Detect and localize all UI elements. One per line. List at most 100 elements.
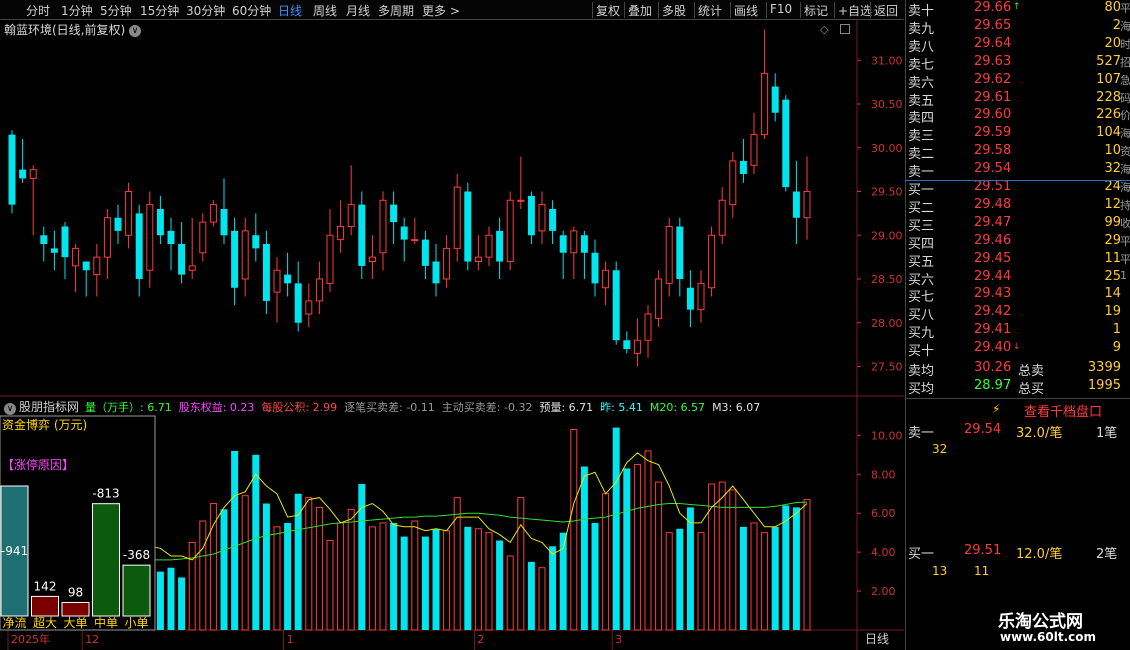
tool-button-7[interactable]: +自选 (838, 2, 872, 19)
panel-controls[interactable]: ◇ (820, 23, 850, 36)
volume-bar[interactable] (273, 526, 281, 631)
candle[interactable] (411, 217, 419, 244)
buy-level-row[interactable]: 买七 29.43 14 (906, 286, 1130, 305)
buy-level-row[interactable]: 买五 29.45 11 平 (906, 251, 1130, 270)
tool-button-6[interactable]: 标记 (804, 2, 828, 19)
volume-bar[interactable] (305, 497, 313, 631)
volume-bar[interactable] (485, 532, 493, 631)
candle[interactable] (29, 165, 37, 236)
candle[interactable] (771, 73, 779, 122)
candle[interactable] (464, 182, 472, 271)
candle[interactable] (718, 187, 726, 244)
volume-bar[interactable] (612, 427, 620, 630)
candle[interactable] (379, 191, 387, 271)
volume-bar[interactable] (792, 507, 800, 630)
candle[interactable] (591, 239, 599, 297)
chart-canvas[interactable]: 31.0030.5030.0029.5029.0028.5028.0027.50… (0, 20, 904, 650)
sell-level-row[interactable]: 卖九 29.65 2 海 (906, 18, 1130, 37)
candle[interactable] (549, 200, 557, 244)
candle[interactable] (729, 152, 737, 218)
period-tab-6[interactable]: 日线 (278, 2, 302, 19)
volume-bar[interactable] (803, 499, 811, 631)
volume-bar[interactable] (496, 540, 504, 630)
candle[interactable] (347, 165, 355, 236)
volume-bar[interactable] (432, 528, 440, 630)
candle[interactable] (580, 230, 588, 279)
volume-bar[interactable] (538, 567, 546, 631)
volume-bar[interactable] (665, 532, 673, 631)
volume-bar[interactable] (421, 536, 429, 630)
period-tab-3[interactable]: 15分钟 (140, 2, 179, 19)
volume-bar[interactable] (379, 522, 387, 631)
candle[interactable] (792, 160, 800, 244)
candle[interactable] (114, 204, 122, 244)
candle[interactable] (40, 226, 48, 262)
sell-level-row[interactable]: 卖八 29.64 20 时 (906, 36, 1130, 55)
indicator-title[interactable]: 股朋指标网 (19, 400, 79, 414)
candle[interactable] (686, 270, 694, 328)
volume-bar[interactable] (676, 528, 684, 630)
volume-bar[interactable] (220, 509, 228, 630)
volume-bar[interactable] (411, 520, 419, 631)
volume-bar[interactable] (782, 505, 790, 630)
volume-bar[interactable] (623, 468, 631, 630)
candle[interactable] (697, 270, 705, 323)
tool-button-4[interactable]: 画线 (734, 2, 758, 19)
volume-bar[interactable] (697, 532, 705, 631)
tool-button-5[interactable]: F10 (770, 2, 792, 16)
volume-bar[interactable] (602, 493, 610, 631)
volume-bar[interactable] (443, 530, 451, 631)
sell-level-row[interactable]: 卖六 29.62 107 急 (906, 72, 1130, 91)
period-tab-7[interactable]: 周线 (313, 2, 337, 19)
candle[interactable] (421, 230, 429, 279)
sell-level-row[interactable]: 卖七 29.63 527 招 (906, 54, 1130, 73)
candle[interactable] (294, 261, 302, 332)
candle[interactable] (209, 200, 217, 227)
candle[interactable] (19, 139, 27, 183)
candle[interactable] (527, 191, 535, 245)
candle[interactable] (750, 112, 758, 174)
volume-bar[interactable] (686, 507, 694, 630)
volume-bar[interactable] (718, 481, 726, 631)
volume-bar[interactable] (231, 450, 239, 630)
volume-bar[interactable] (729, 489, 737, 631)
period-tab-4[interactable]: 30分钟 (186, 2, 225, 19)
tool-button-0[interactable]: 复权 (596, 2, 620, 19)
candle[interactable] (633, 318, 641, 367)
period-tab-5[interactable]: 60分钟 (232, 2, 271, 19)
volume-bar[interactable] (506, 555, 514, 631)
candle[interactable] (103, 209, 111, 279)
candle[interactable] (443, 235, 451, 288)
tool-button-1[interactable]: 叠加 (628, 2, 652, 19)
candle[interactable] (400, 217, 408, 262)
volume-bar[interactable] (368, 526, 376, 631)
chevron-down-icon[interactable]: ∨ (129, 25, 142, 37)
period-tab-8[interactable]: 月线 (346, 2, 370, 19)
buy-level-row[interactable]: 买三 29.47 99 收 (906, 215, 1130, 234)
volume-bar[interactable] (771, 526, 779, 630)
candle[interactable] (559, 230, 567, 279)
candle[interactable] (538, 191, 546, 245)
volume-bar[interactable] (761, 532, 769, 631)
diamond-icon[interactable]: ◇ (820, 23, 828, 36)
volume-bar[interactable] (326, 539, 334, 631)
candle[interactable] (135, 204, 143, 297)
candle[interactable] (220, 178, 228, 244)
buy-level-row[interactable]: 买六 29.44 25 1 (906, 269, 1130, 288)
candle[interactable] (623, 331, 631, 354)
volume-bar[interactable] (739, 526, 747, 630)
candle[interactable] (8, 130, 16, 214)
sell-level-row[interactable]: 卖十 29.66 ↑ 80 平 (906, 0, 1130, 19)
tool-button-3[interactable]: 统计 (698, 2, 722, 19)
candle[interactable] (474, 235, 482, 271)
candle[interactable] (305, 283, 313, 328)
candle[interactable] (368, 235, 376, 279)
candle[interactable] (50, 230, 58, 271)
fund-flow-bar[interactable] (61, 601, 90, 617)
chevron-down-icon[interactable]: ∨ (4, 403, 16, 415)
candle[interactable] (570, 226, 578, 280)
candle[interactable] (655, 270, 663, 328)
candle[interactable] (241, 217, 249, 297)
buy-level-row[interactable]: 买八 29.42 19 (906, 304, 1130, 323)
volume-bar[interactable] (337, 522, 345, 631)
